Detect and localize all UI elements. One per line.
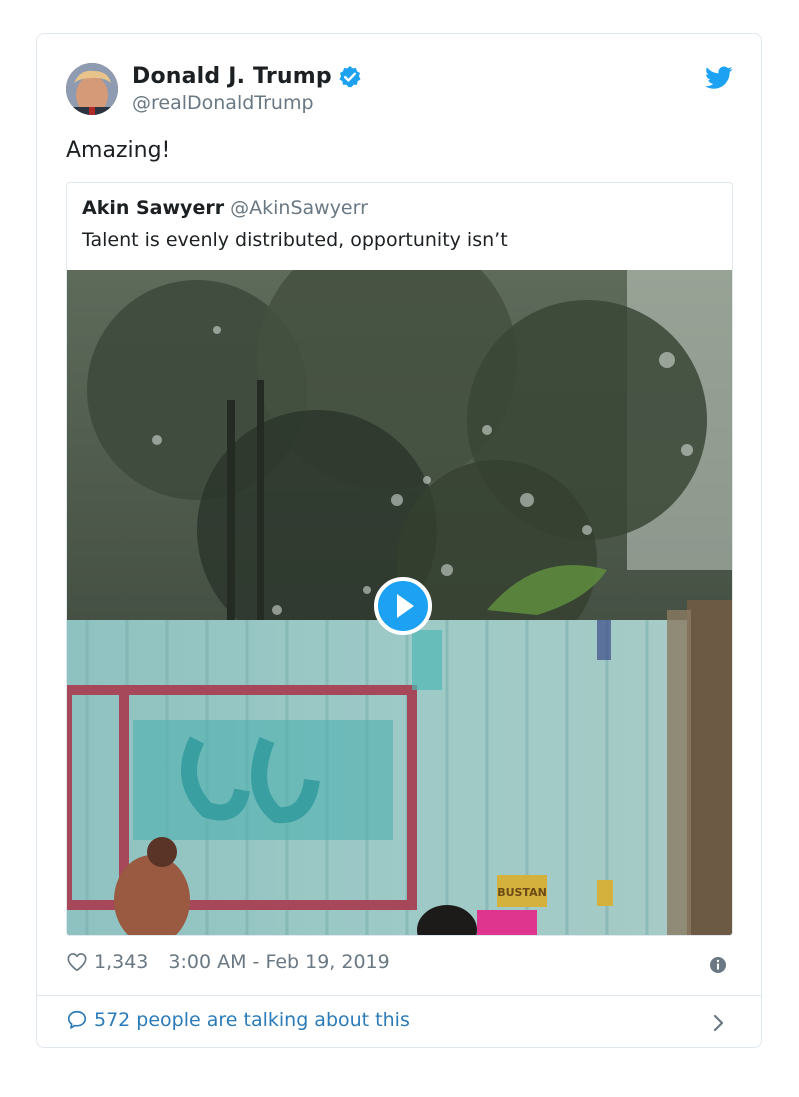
author-name-row: Donald J. Trump (132, 64, 362, 89)
embedded-tweet-card: Donald J. Trump @realDonaldTrump Amazing… (36, 33, 762, 1048)
author-name[interactable]: Donald J. Trump (132, 64, 332, 89)
tweet-timestamp[interactable]: 3:00 AM - Feb 19, 2019 (168, 951, 389, 973)
quoted-author: Akin Sawyerr @AkinSawyerr (82, 197, 368, 219)
speech-bubble-icon (66, 1009, 88, 1031)
heart-icon[interactable] (66, 951, 88, 973)
verified-badge-icon (338, 65, 362, 89)
tweet-text: Amazing! (66, 138, 171, 163)
author-handle[interactable]: @realDonaldTrump (132, 92, 314, 114)
quoted-author-name[interactable]: Akin Sawyerr (82, 197, 224, 219)
tweet-meta: 1,343 3:00 AM - Feb 19, 2019 (66, 951, 390, 973)
quoted-author-handle[interactable]: @AkinSawyerr (230, 197, 368, 219)
quoted-tweet[interactable]: Akin Sawyerr @AkinSawyerr Talent is even… (66, 182, 733, 936)
info-icon[interactable] (709, 956, 727, 974)
video-thumbnail[interactable]: BUSTAN (67, 270, 732, 935)
avatar[interactable] (66, 63, 118, 115)
divider (37, 995, 761, 996)
quoted-tweet-text: Talent is evenly distributed, opportunit… (82, 229, 508, 251)
chevron-right-icon[interactable] (711, 1012, 727, 1034)
conversation-count-text[interactable]: 572 people are talking about this (94, 1009, 410, 1031)
media-sign-text: BUSTAN (497, 886, 547, 899)
conversation-link[interactable]: 572 people are talking about this (66, 1009, 410, 1031)
twitter-bird-icon[interactable] (705, 66, 733, 90)
like-count[interactable]: 1,343 (94, 951, 148, 973)
avatar-image (66, 63, 118, 115)
play-icon[interactable] (373, 576, 432, 635)
